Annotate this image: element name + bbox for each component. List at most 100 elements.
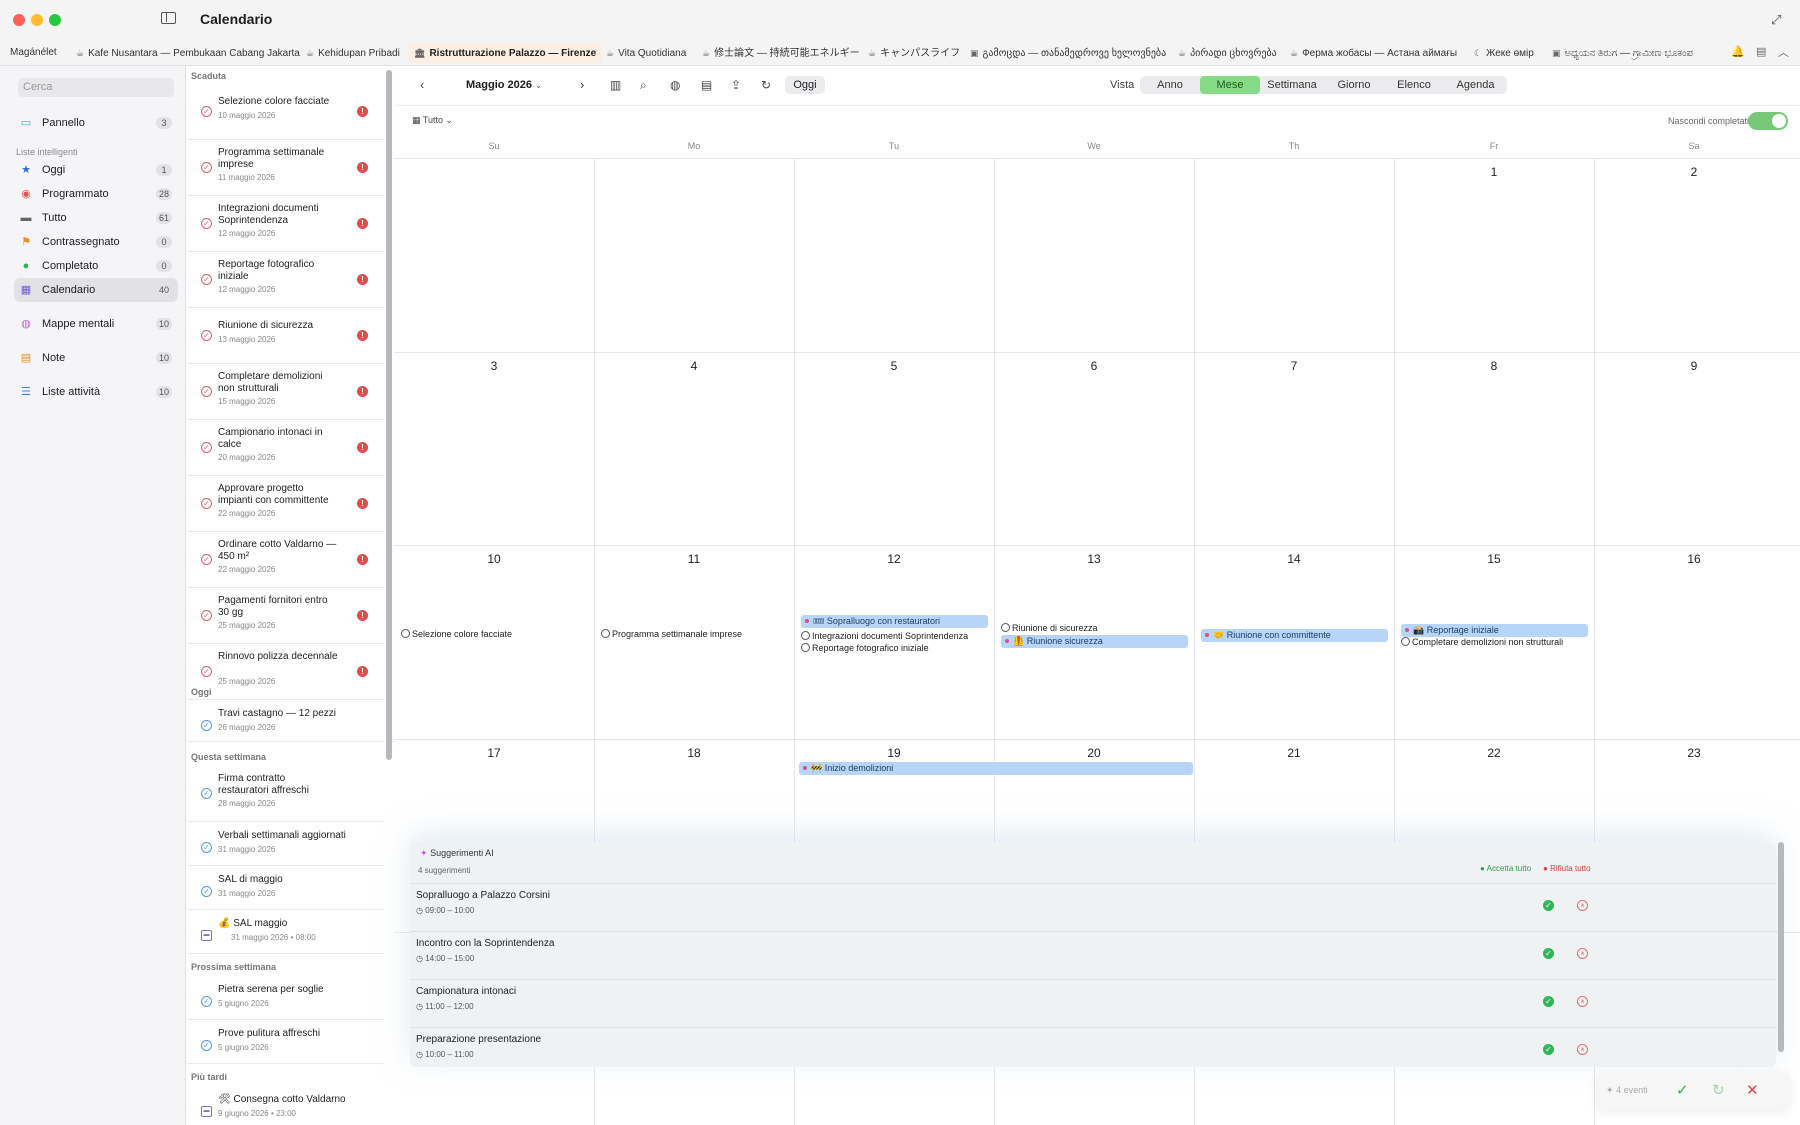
view-day-button[interactable]: Giorno [1324,76,1384,94]
day-number[interactable]: 5 [794,359,994,373]
month-selector[interactable]: Maggio 2026 ⌄ [466,76,542,95]
tab-project[interactable]: ☕ პირადი ცხოვრება [1172,43,1283,63]
day-number[interactable]: 6 [994,359,1194,373]
confirm-icon[interactable]: ✓ [1676,1081,1689,1099]
sidebar-item-note[interactable]: ▤ Note 10 [14,346,178,370]
document-icon[interactable]: ▤ [701,76,712,94]
close-icon[interactable]: ✕ [1746,1081,1759,1099]
check-circle-icon[interactable]: ✓ [201,720,212,731]
search-input[interactable]: Cerca [18,78,174,97]
tab-project[interactable]: ☕ Vita Quotidiana [600,43,692,63]
refresh-icon[interactable]: ↻ [1712,1081,1725,1099]
task-row[interactable]: ✓ Firma contratto restauratori affreschi 2… [187,766,384,822]
day-number[interactable]: 23 [1594,746,1794,760]
calendar-task[interactable]: Reportage fotografico iniziale [801,643,929,653]
task-row[interactable]: ✓ Prove pulitura affreschi 5 giugno 2026 [187,1020,384,1064]
stats-icon[interactable]: ▥ [610,76,621,94]
chevron-up-icon[interactable]: ︿ [1778,44,1789,60]
view-year-button[interactable]: Anno [1140,76,1200,94]
tab-project-active[interactable]: 🏛 Ristrutturazione Palazzo — Firenze [408,43,603,63]
calendar-event[interactable]: 🦺 Riunione sicurezza [1001,635,1188,648]
task-row[interactable]: ✓ Travi castagno — 12 pezzi 26 maggio 2026 [187,700,384,742]
task-row[interactable]: ✓ Reportage fotografico iniziale 12 maggio… [187,252,384,308]
share-icon[interactable]: ⇪ [731,76,741,94]
sidebar-item-mappe-mentali[interactable]: ◍ Mappe mentali 10 [14,312,178,336]
task-row[interactable]: ✓ Programma settimanale imprese 11 maggio … [187,140,384,196]
sidebar-toggle-icon[interactable] [161,12,176,24]
calendar-task[interactable]: Programma settimanale imprese [601,629,742,639]
sidebar-item-liste-attivita[interactable]: ☰ Liste attività 10 [14,380,178,404]
palette-icon[interactable]: ◍ [670,76,680,94]
overdue-check-icon[interactable]: ✓ [201,554,212,565]
day-number[interactable]: 10 [394,552,594,566]
task-row[interactable]: ✓ Rinnovo polizza decennale 25 maggio 2026… [187,644,384,700]
zoom-window-button[interactable] [49,14,61,26]
task-row[interactable]: ▬ 💰 SAL maggio 31 maggio 2026 • 08:00 [187,910,384,954]
day-number[interactable]: 20 [994,746,1194,760]
task-row[interactable]: ✓ Pietra serena per soglie 5 giugno 2026 [187,976,384,1020]
view-list-button[interactable]: Elenco [1384,76,1444,94]
fullscreen-icon[interactable]: ⤢ [1771,12,1781,28]
day-number[interactable]: 3 [394,359,594,373]
sidebar-item-contrassegnato[interactable]: ⚑ Contrassegnato 0 [14,230,178,254]
task-row[interactable]: ✓ Completare demolizioni non strutturali 1… [187,364,384,420]
overdue-check-icon[interactable]: ✓ [201,218,212,229]
layout-icon[interactable]: ▤ [1756,45,1766,58]
filter-dropdown[interactable]: ▦ Tutto ⌄ [412,115,453,126]
view-agenda-button[interactable]: Agenda [1444,76,1507,94]
close-window-button[interactable] [13,14,25,26]
calendar-event[interactable]: 🎟 Sopralluogo con restauratori [801,615,988,628]
tab-project[interactable]: ▣ გამოცდა — თანამედროვე ხელოვნება [964,43,1172,63]
day-number[interactable]: 17 [394,746,594,760]
day-number[interactable]: 8 [1394,359,1594,373]
tab-project[interactable]: ☕ Kafe Nusantara — Pembukaan Cabang Jakar… [70,43,306,63]
reject-all-button[interactable]: ● Rifiuta tutto [1543,864,1591,873]
calendar-task[interactable]: Integrazioni documenti Soprintendenza [801,631,968,641]
day-number[interactable]: 2 [1594,165,1794,179]
tab-project[interactable]: ▣ ಅಧ್ಯಯನ ತಿರುಗ — ಗ್ರಾಮೀಣ ಭೂಕಂಪ [1546,43,1699,63]
day-number[interactable]: 18 [594,746,794,760]
task-row[interactable]: ✓ Pagamenti fornitori entro 30 gg 25 maggi… [187,588,384,644]
bell-icon[interactable]: 🔔 [1731,45,1745,58]
sidebar-item-pannello[interactable]: ▭ Pannello 3 [14,111,178,135]
overdue-check-icon[interactable]: ✓ [201,162,212,173]
check-circle-icon[interactable]: ✓ [201,1040,212,1051]
day-number[interactable]: 21 [1194,746,1394,760]
task-row[interactable]: ✓ Riunione di sicurezza 13 maggio 2026! [187,308,384,364]
day-number[interactable]: 13 [994,552,1194,566]
sidebar-item-tutto[interactable]: ▬ Tutto 61 [14,206,178,230]
day-number[interactable]: 1 [1394,165,1594,179]
day-number[interactable]: 12 [794,552,994,566]
overdue-check-icon[interactable]: ✓ [201,498,212,509]
reject-suggestion-button[interactable]: × [1577,1044,1588,1055]
tab-project[interactable]: Magánélet [4,43,63,63]
overdue-check-icon[interactable]: ✓ [201,442,212,453]
check-circle-icon[interactable]: ✓ [201,996,212,1007]
task-row[interactable]: ✓ Campionario intonaci in calce 20 maggio … [187,420,384,476]
search-icon[interactable]: ⌕ [640,76,647,94]
task-row[interactable]: ▬ 🛠 Consegna cotto Valdarno 9 giugno 2026 … [187,1086,384,1125]
day-number[interactable]: 7 [1194,359,1394,373]
tab-project[interactable]: ☾ Жеке өмір [1468,43,1540,63]
calendar-event[interactable]: 📸 Reportage iniziale [1401,624,1588,637]
tab-project[interactable]: ☕ キャンパスライフ [862,43,966,63]
overdue-check-icon[interactable]: ✓ [201,610,212,621]
accept-suggestion-button[interactable]: ✓ [1543,900,1554,911]
ai-panel-scrollbar[interactable] [1778,842,1784,1052]
task-row[interactable]: ✓ Integrazioni documenti Soprintendenza 12… [187,196,384,252]
task-row[interactable]: ✓ SAL di maggio 31 maggio 2026 [187,866,384,910]
tab-project[interactable]: ☕ Ферма жобасы — Астана аймағы [1284,43,1463,63]
today-button[interactable]: Oggi [785,76,825,94]
sidebar-item-oggi[interactable]: ★ Oggi 1 [14,158,178,182]
task-list-scrollbar[interactable] [386,70,392,760]
day-number[interactable]: 14 [1194,552,1394,566]
overdue-check-icon[interactable]: ✓ [201,106,212,117]
tab-project[interactable]: ☕ Kehidupan Pribadi [300,43,406,63]
sidebar-item-completato[interactable]: ● Completato 0 [14,254,178,278]
day-number[interactable]: 15 [1394,552,1594,566]
check-circle-icon[interactable]: ✓ [201,788,212,799]
calendar-task[interactable]: Completare demolizioni non strutturali [1401,637,1563,647]
sidebar-item-programmato[interactable]: ◉ Programmato 28 [14,182,178,206]
refresh-icon[interactable]: ↻ [761,76,771,94]
day-number[interactable]: 11 [594,552,794,566]
